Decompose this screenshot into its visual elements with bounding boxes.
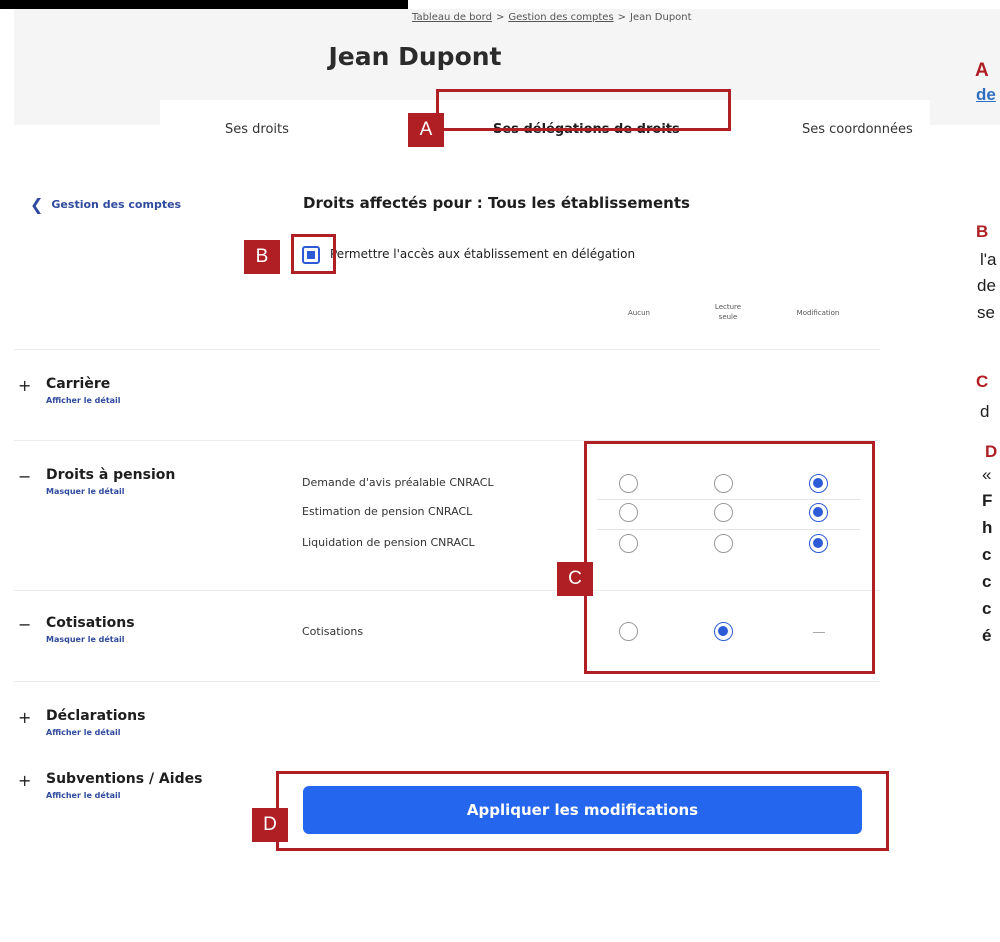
permission-row-label: Estimation de pension CNRACL <box>302 505 473 518</box>
side-annotation-d-line-1: « <box>982 465 992 484</box>
side-annotation-a-link[interactable]: de <box>976 85 996 105</box>
breadcrumb-item-current: Jean Dupont <box>630 12 692 23</box>
annotation-label-a: A <box>408 113 444 147</box>
tab-ses-coordonnees[interactable]: Ses coordonnées <box>802 122 913 137</box>
group-title[interactable]: Déclarations <box>46 708 145 724</box>
column-header-lecture-seule: Lecture seule <box>714 303 742 321</box>
section-title: Droits affectés pour : Tous les établiss… <box>303 194 690 212</box>
tab-ses-droits[interactable]: Ses droits <box>225 122 289 137</box>
side-annotation-d-line-4: c <box>982 545 992 564</box>
back-link-gestion-des-comptes[interactable]: ❮ Gestion des comptes <box>30 195 181 214</box>
toggle-detail-link[interactable]: Afficher le détail <box>46 396 121 405</box>
annotation-label-c: C <box>557 562 593 596</box>
toggle-detail-link[interactable]: Masquer le détail <box>46 635 125 644</box>
back-link-label: Gestion des comptes <box>51 198 182 211</box>
side-annotation-c-letter: C <box>976 372 989 391</box>
side-annotation-d-line-7: é <box>982 626 992 645</box>
side-annotation-b-line-1: l'a <box>980 250 997 269</box>
page-title: Jean Dupont <box>328 42 502 71</box>
annotation-label-d: D <box>252 808 288 842</box>
group-title[interactable]: Subventions / Aides <box>46 771 202 787</box>
delegation-access-label: Permettre l'accès aux établissement en d… <box>330 247 636 261</box>
divider <box>14 349 880 350</box>
toggle-detail-link[interactable]: Masquer le détail <box>46 487 125 496</box>
breadcrumb-separator: > <box>495 12 505 23</box>
chevron-left-icon: ❮ <box>30 195 44 214</box>
toggle-detail-link[interactable]: Afficher le détail <box>46 791 121 800</box>
group-title[interactable]: Carrière <box>46 376 110 392</box>
expand-icon[interactable]: + <box>18 376 31 395</box>
column-header-aucun: Aucun <box>628 309 650 317</box>
annotation-box-c <box>584 441 875 674</box>
side-annotation-d-line-2: F <box>982 491 993 510</box>
group-title[interactable]: Droits à pension <box>46 467 175 483</box>
breadcrumb-item-accounts[interactable]: Gestion des comptes <box>508 12 613 23</box>
side-annotation-b-line-2: de <box>977 276 996 295</box>
group-title[interactable]: Cotisations <box>46 615 135 631</box>
breadcrumb-separator: > <box>617 12 627 23</box>
side-annotation-c-line: d <box>980 402 990 421</box>
side-annotation-b-line-3: se <box>977 303 995 322</box>
side-annotation-d-line-6: c <box>982 599 992 618</box>
annotation-box-b <box>291 234 336 274</box>
annotation-label-b: B <box>244 240 280 274</box>
side-annotation-d-line-3: h <box>982 518 993 537</box>
breadcrumb-item-dashboard[interactable]: Tableau de bord <box>412 12 492 23</box>
divider <box>14 681 880 682</box>
collapse-icon[interactable]: − <box>18 467 31 486</box>
column-header-modification: Modification <box>796 309 840 317</box>
permission-row-label: Demande d'avis préalable CNRACL <box>302 476 494 489</box>
side-annotation-d-line-5: c <box>982 572 992 591</box>
top-black-bar <box>0 0 408 9</box>
annotation-box-d <box>276 771 889 851</box>
permission-row-label: Liquidation de pension CNRACL <box>302 536 475 549</box>
side-annotation-b-letter: B <box>976 222 989 241</box>
annotation-box-a <box>436 89 731 131</box>
permission-row-label: Cotisations <box>302 625 364 638</box>
side-annotation-a-letter: A <box>975 60 989 81</box>
collapse-icon[interactable]: − <box>18 615 31 634</box>
toggle-detail-link[interactable]: Afficher le détail <box>46 728 121 737</box>
side-annotation-d-letter: D <box>985 442 998 461</box>
expand-icon[interactable]: + <box>18 771 31 790</box>
expand-icon[interactable]: + <box>18 708 31 727</box>
